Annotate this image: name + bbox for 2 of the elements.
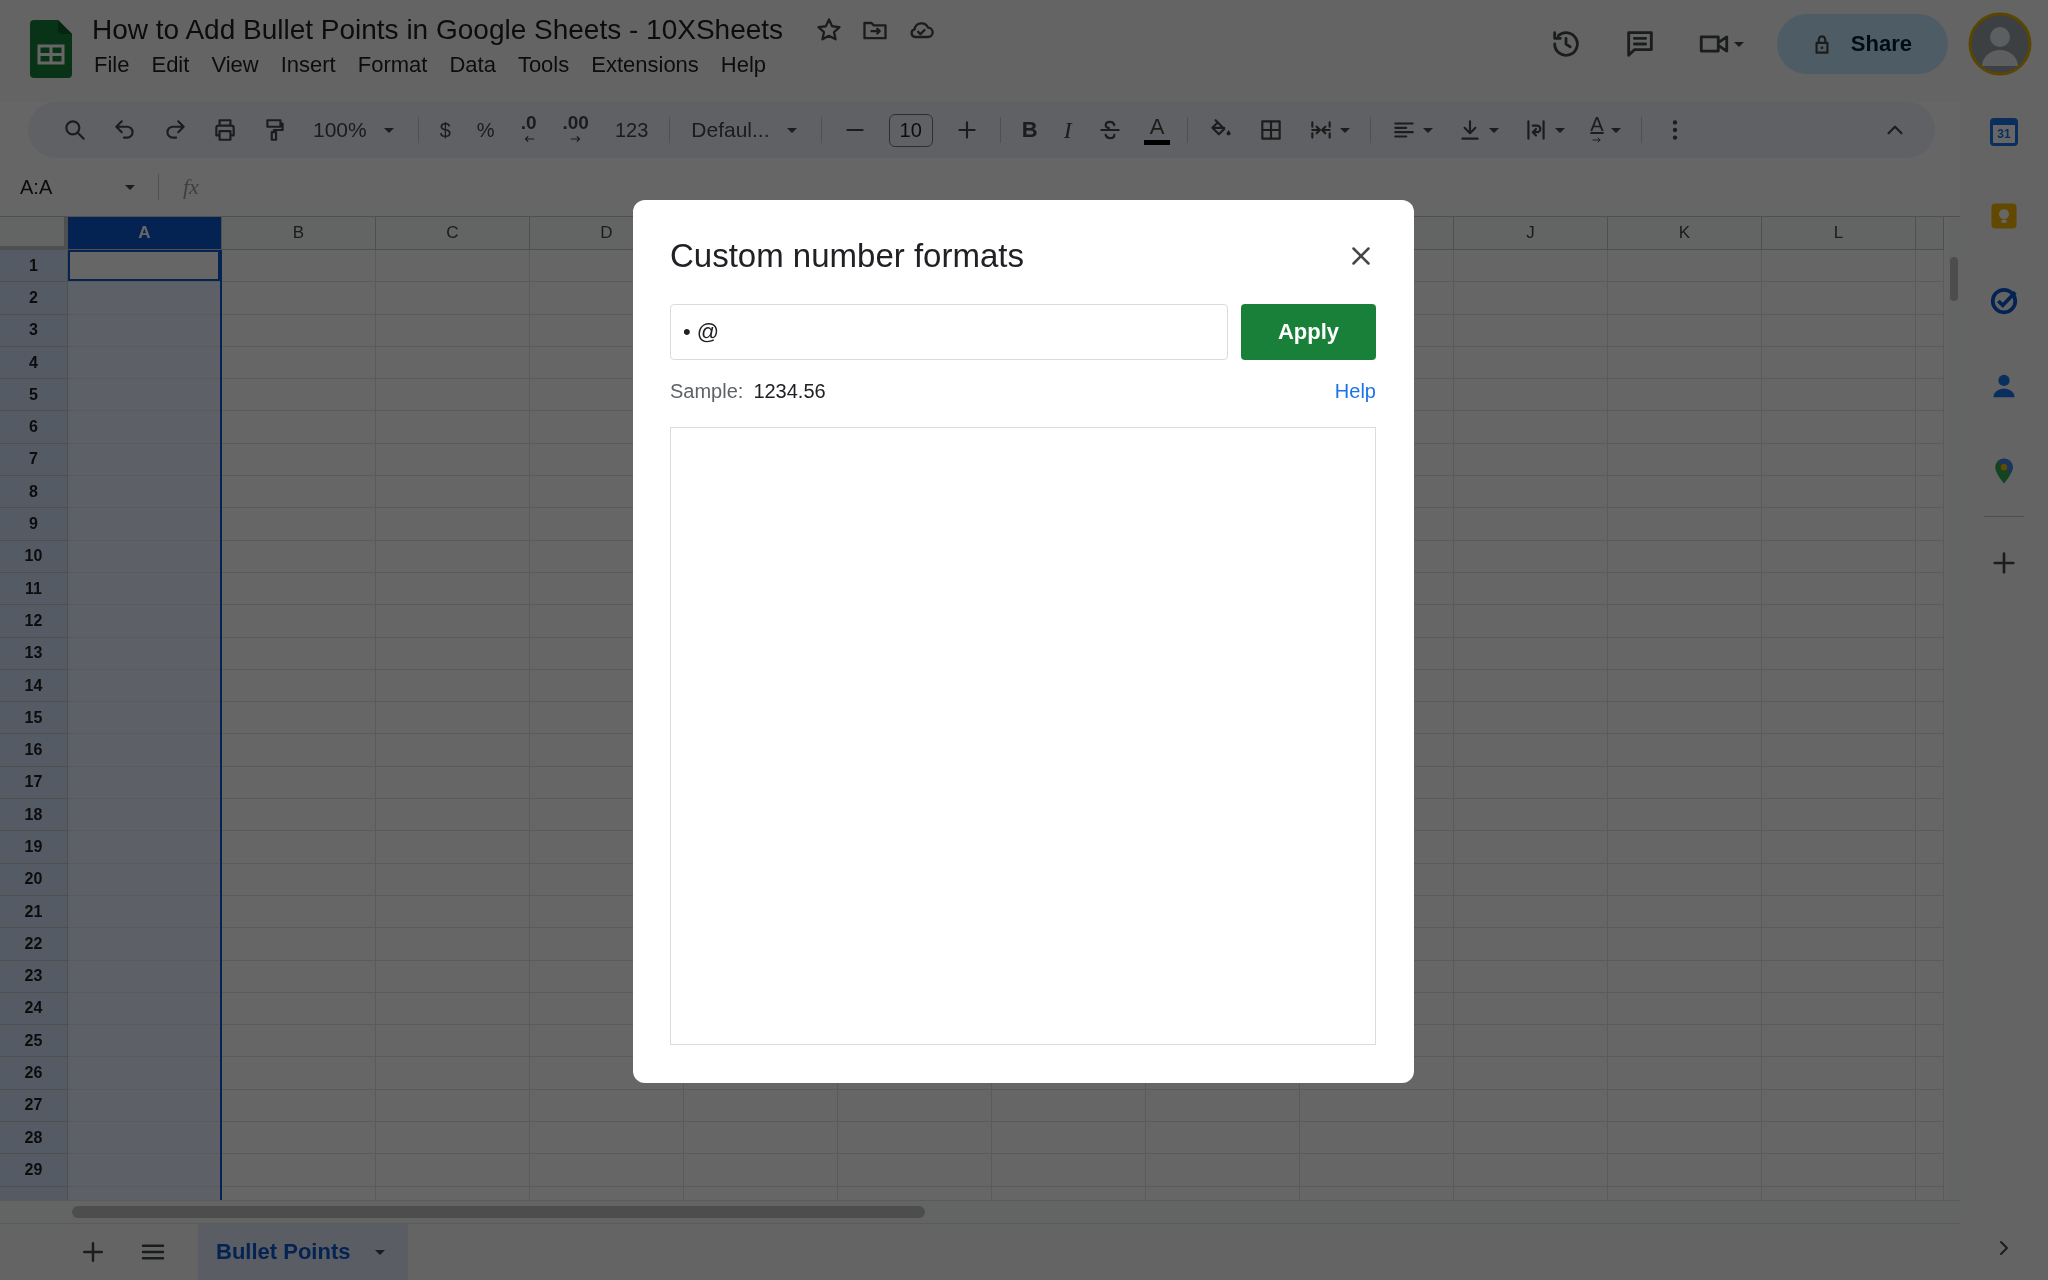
sample-label: Sample: bbox=[670, 380, 744, 403]
sample-value: 1234.56 bbox=[753, 380, 826, 403]
